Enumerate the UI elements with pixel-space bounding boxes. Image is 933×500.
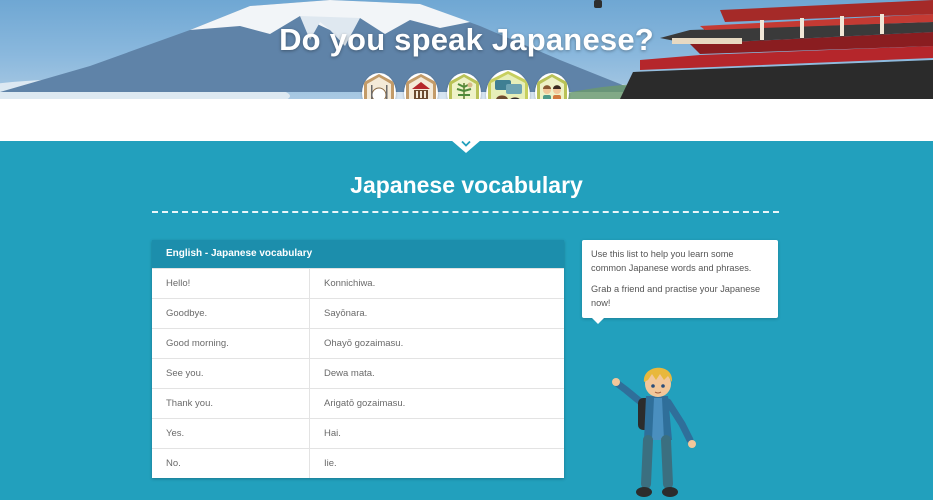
english-cell: Hello! bbox=[152, 268, 310, 299]
japanese-cell: Konnichiwa. bbox=[309, 268, 564, 299]
table-row: Yes. Hai. bbox=[152, 418, 564, 449]
english-cell: Goodbye. bbox=[152, 298, 310, 329]
hero-title: Do you speak Japanese? bbox=[279, 22, 654, 57]
table-row: No. Iie. bbox=[152, 448, 564, 478]
japanese-cell: Iie. bbox=[309, 448, 564, 478]
section-title: Japanese vocabulary bbox=[350, 172, 583, 198]
english-cell: Good morning. bbox=[152, 328, 310, 359]
dashed-divider bbox=[152, 211, 779, 213]
white-divider-band bbox=[0, 99, 933, 141]
table-row: Thank you. Arigatō gozaimasu. bbox=[152, 388, 564, 419]
chevron-down-icon[interactable] bbox=[460, 140, 472, 148]
table-row: See you. Dewa mata. bbox=[152, 358, 564, 389]
japanese-cell: Hai. bbox=[309, 418, 564, 449]
vocabulary-table-header: English - Japanese vocabulary bbox=[152, 240, 564, 268]
japanese-cell: Sayōnara. bbox=[309, 298, 564, 329]
english-cell: Thank you. bbox=[152, 388, 310, 419]
table-row: Goodbye. Sayōnara. bbox=[152, 298, 564, 329]
japanese-cell: Dewa mata. bbox=[309, 358, 564, 389]
english-cell: See you. bbox=[152, 358, 310, 389]
vocabulary-table: English - Japanese vocabulary Hello! Konn… bbox=[152, 240, 564, 478]
cartoon-boy-icon bbox=[612, 367, 696, 497]
japanese-cell: Arigatō gozaimasu. bbox=[309, 388, 564, 419]
english-cell: No. bbox=[152, 448, 310, 478]
tip-paragraph: Grab a friend and practise your Japanese… bbox=[591, 284, 761, 308]
tip-paragraph: Use this list to help you learn some com… bbox=[591, 249, 752, 273]
japanese-cell: Ohayō gozaimasu. bbox=[309, 328, 564, 359]
english-cell: Yes. bbox=[152, 418, 310, 449]
tip-speech-bubble: Use this list to help you learn some com… bbox=[582, 240, 778, 318]
speech-bubble-tail bbox=[591, 317, 605, 324]
table-row: Hello! Konnichiwa. bbox=[152, 268, 564, 299]
table-row: Good morning. Ohayō gozaimasu. bbox=[152, 328, 564, 359]
